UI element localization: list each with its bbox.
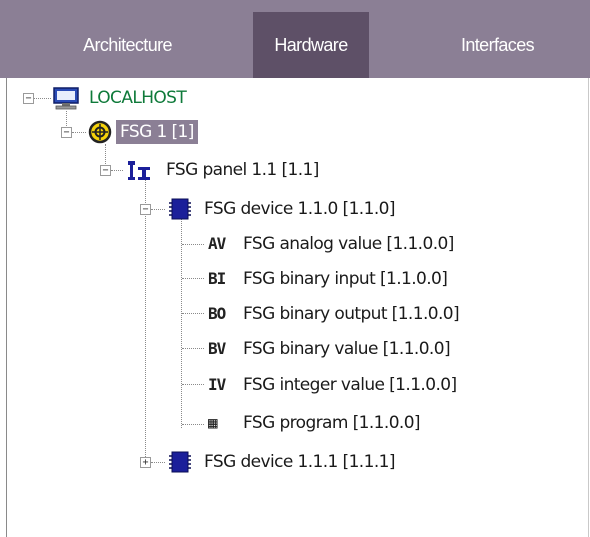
program-icon: ▦ — [208, 413, 218, 432]
expand-toggle[interactable]: + — [140, 457, 151, 468]
tab-interfaces[interactable]: Interfaces — [405, 12, 590, 78]
tree-node-label[interactable]: FSG device 1.1.1 [1.1.1] — [204, 450, 395, 474]
tree-node-label[interactable]: FSG device 1.1.0 [1.1.0] — [204, 197, 395, 221]
tree-node-label[interactable]: FSG analog value [1.1.0.0] — [243, 232, 454, 256]
tree-connector — [105, 144, 106, 164]
binary-output-icon: BO — [208, 304, 226, 323]
integer-value-icon: IV — [208, 375, 226, 394]
tree-node-label[interactable]: FSG integer value [1.1.0.0] — [243, 373, 457, 397]
tree-connector — [151, 209, 165, 210]
tree-connector — [151, 462, 165, 463]
tree-connector — [182, 244, 204, 245]
tree-connector — [182, 313, 204, 314]
tree-connector — [34, 98, 51, 99]
collapse-toggle[interactable]: − — [61, 127, 72, 138]
tab-bar: Architecture Hardware Interfaces — [0, 0, 590, 78]
tree-connector — [182, 424, 204, 425]
tree-node-label[interactable]: FSG binary input [1.1.0.0] — [243, 267, 448, 291]
binary-input-icon: BI — [208, 269, 226, 288]
device-chip-icon — [169, 198, 191, 220]
binary-value-icon: BV — [208, 339, 226, 358]
computer-icon — [53, 87, 79, 110]
tree-node-label[interactable]: FSG panel 1.1 [1.1] — [166, 158, 319, 182]
tab-hardware[interactable]: Hardware — [253, 12, 369, 78]
tree-node-label[interactable]: LOCALHOST — [89, 86, 187, 110]
tree-connector — [145, 178, 146, 463]
tree-node-label[interactable]: FSG 1 [1] — [116, 120, 198, 144]
tree-node-label[interactable]: FSG binary output [1.1.0.0] — [243, 302, 460, 326]
tab-architecture[interactable]: Architecture — [20, 12, 235, 78]
collapse-toggle[interactable]: − — [23, 93, 34, 104]
fsg-gear-icon — [88, 120, 112, 144]
tree-node-label[interactable]: FSG binary value [1.1.0.0] — [243, 337, 451, 361]
tree-connector — [182, 384, 204, 385]
tree-connector — [111, 170, 123, 171]
tree-connector — [72, 132, 86, 133]
analog-value-icon: AV — [208, 234, 226, 253]
hardware-tree[interactable]: − LOCALHOST − FSG 1 [1] − FSG panel 1.1 … — [0, 78, 590, 537]
tree-connector — [181, 216, 182, 428]
panel-icon — [128, 161, 150, 180]
collapse-toggle[interactable]: − — [100, 165, 111, 176]
tree-connector — [182, 348, 204, 349]
tree-node-label[interactable]: FSG program [1.1.0.0] — [243, 411, 421, 435]
device-chip-icon — [169, 451, 191, 473]
tree-connector — [182, 278, 204, 279]
tree-connector — [66, 111, 67, 128]
collapse-toggle[interactable]: − — [140, 204, 151, 215]
